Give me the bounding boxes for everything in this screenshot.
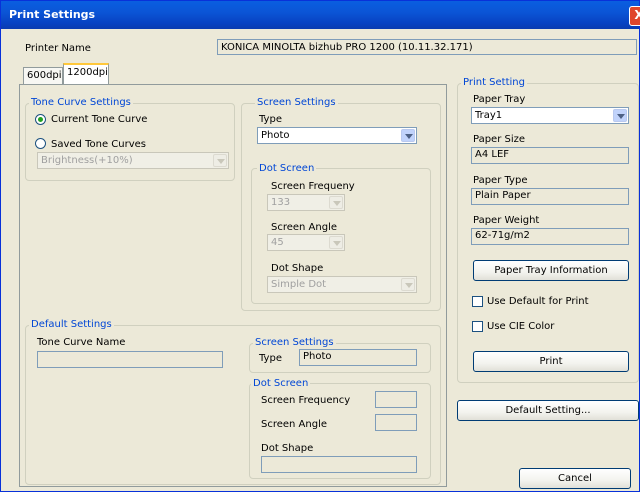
screen-frequency-value: 133 [271,197,291,208]
default-angle-field [375,414,417,431]
tone-curve-name-field [37,351,223,368]
saved-tone-curves-radio[interactable] [35,138,46,149]
screen-angle-select[interactable]: 45 [267,234,345,251]
print-settings-window: Print Settings X Printer Name KONICA MIN… [0,0,640,492]
dot-shape-label: Dot Shape [271,263,324,274]
print-button[interactable]: Print [473,351,629,372]
saved-tone-curve-value: Brightness(+10%) [41,155,133,166]
default-dot-shape-label: Dot Shape [261,443,314,454]
use-default-for-print-checkbox[interactable] [472,296,483,307]
tone-curve-name-label: Tone Curve Name [37,337,126,348]
default-screen-settings-title: Screen Settings [253,337,336,348]
dot-shape-value: Simple Dot [271,279,327,290]
window-title: Print Settings [9,8,96,21]
cancel-button[interactable]: Cancel [519,468,631,489]
paper-weight-field: 62-71g/m2 [471,228,629,245]
screen-type-label: Type [259,114,282,125]
default-frequency-label: Screen Frequency [261,395,351,406]
close-button[interactable]: X [629,6,640,26]
chevron-down-icon [213,154,227,167]
current-tone-curve-label: Current Tone Curve [51,114,148,125]
screen-frequency-select[interactable]: 133 [267,194,345,211]
paper-type-label: Paper Type [473,175,528,186]
paper-weight-label: Paper Weight [473,215,540,226]
print-setting-title: Print Setting [461,77,527,88]
dot-shape-select[interactable]: Simple Dot [267,276,417,293]
current-tone-curve-radio[interactable] [35,114,46,125]
paper-tray-information-button[interactable]: Paper Tray Information [473,260,629,281]
default-setting-button[interactable]: Default Setting... [457,400,639,421]
chevron-down-icon [329,196,343,209]
title-bar[interactable]: Print Settings X [1,1,640,29]
chevron-down-icon [401,278,415,291]
paper-type-field: Plain Paper [471,188,629,205]
printer-name-field: KONICA MINOLTA bizhub PRO 1200 (10.11.32… [217,39,637,55]
tone-curve-title: Tone Curve Settings [29,97,133,108]
screen-frequency-label: Screen Frequeny [271,181,355,192]
screen-angle-value: 45 [271,237,284,248]
default-dot-screen-title: Dot Screen [251,378,311,389]
use-default-for-print-label: Use Default for Print [487,296,589,307]
screen-type-value: Photo [261,130,290,141]
paper-tray-label: Paper Tray [473,94,526,105]
default-type-label: Type [259,353,282,364]
printer-name-label: Printer Name [25,43,91,54]
tab-1200dpi[interactable]: 1200dpi [63,63,109,85]
default-dot-shape-field [261,456,417,473]
paper-size-label: Paper Size [473,134,526,145]
screen-angle-label: Screen Angle [271,222,338,233]
default-settings-title: Default Settings [29,319,114,330]
saved-tone-curves-select[interactable]: Brightness(+10%) [37,152,229,169]
screen-type-select[interactable]: Photo [257,127,417,144]
use-cie-color-label: Use CIE Color [487,321,555,332]
paper-size-field: A4 LEF [471,147,629,164]
paper-tray-value: Tray1 [475,110,503,121]
chevron-down-icon [401,129,415,142]
saved-tone-curves-label: Saved Tone Curves [51,139,146,150]
chevron-down-icon [613,109,627,122]
chevron-down-icon [329,236,343,249]
screen-settings-title: Screen Settings [255,97,338,108]
default-type-field: Photo [299,349,417,366]
tab-600dpi[interactable]: 600dpi [23,67,63,85]
default-frequency-field [375,391,417,408]
default-angle-label: Screen Angle [261,419,328,430]
dot-screen-title: Dot Screen [257,163,317,174]
use-cie-color-checkbox[interactable] [472,321,483,332]
paper-tray-select[interactable]: Tray1 [471,107,629,124]
